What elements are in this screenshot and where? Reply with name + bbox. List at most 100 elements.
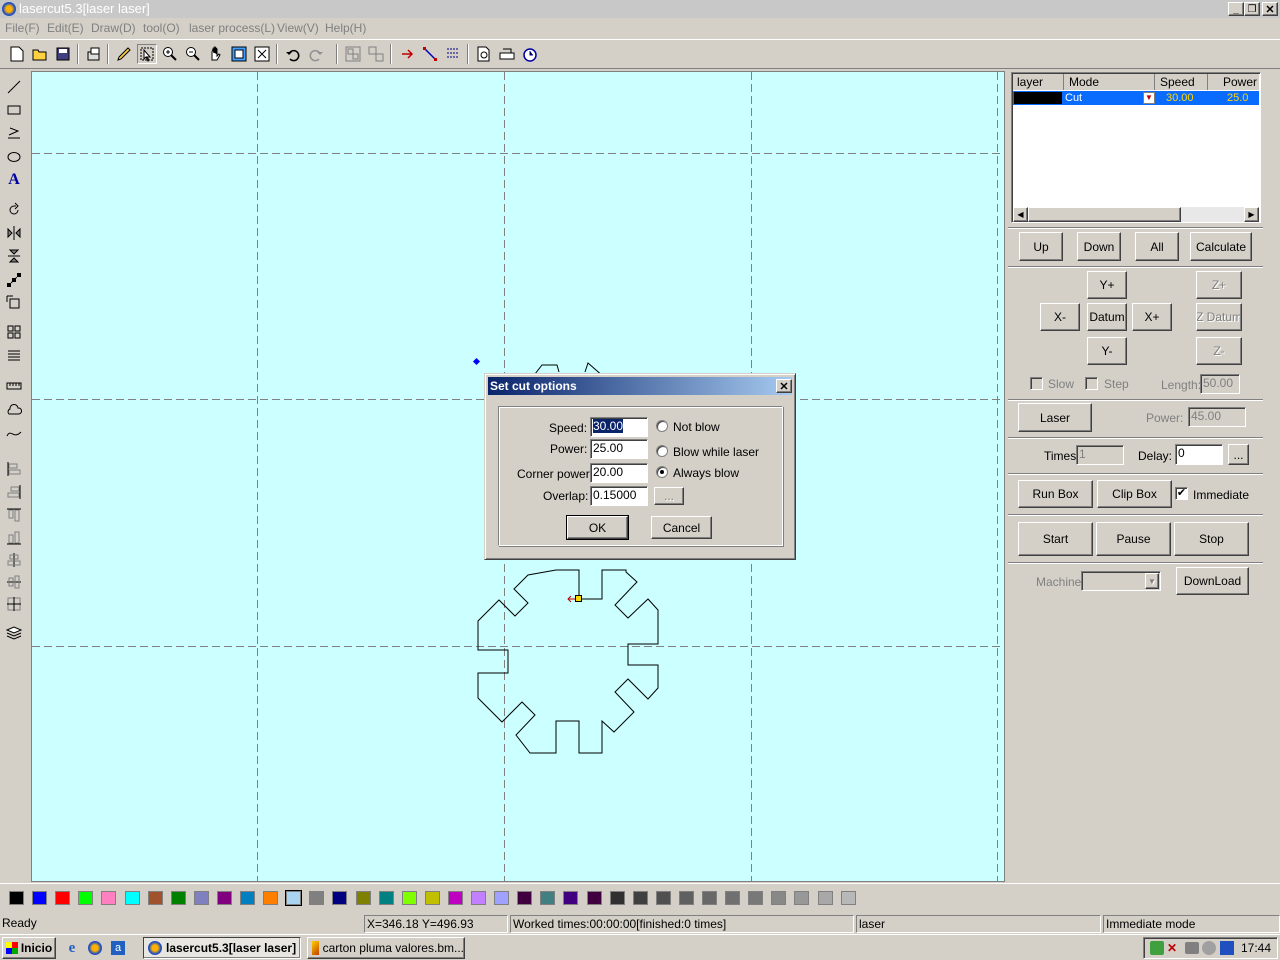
times-input[interactable]: 1	[1076, 445, 1124, 465]
ungroup-icon[interactable]	[366, 44, 386, 64]
color-swatch[interactable]	[424, 891, 440, 905]
layer-mode-cell[interactable]: Cut	[1065, 91, 1082, 105]
align-top-icon[interactable]	[4, 505, 24, 525]
pan-icon[interactable]	[206, 44, 226, 64]
align-center-v-icon[interactable]	[4, 550, 24, 570]
delay-input[interactable]: 0	[1175, 444, 1223, 465]
new-icon[interactable]	[7, 44, 27, 64]
zoom-out-icon[interactable]	[183, 44, 203, 64]
lasercut-quicklaunch-icon[interactable]	[85, 938, 105, 958]
color-swatch[interactable]	[471, 891, 486, 905]
mirror-v-tool-icon[interactable]	[4, 246, 24, 266]
corner-power-input[interactable]: 20.00	[590, 463, 648, 483]
color-swatch[interactable]	[216, 891, 232, 905]
laser-button[interactable]: Laser	[1018, 403, 1092, 432]
preview-icon[interactable]	[474, 44, 494, 64]
redo-icon[interactable]	[306, 44, 326, 64]
color-swatch[interactable]	[517, 891, 533, 905]
power-input[interactable]: 25.00	[590, 439, 648, 459]
color-swatch[interactable]	[794, 891, 810, 905]
speed-input[interactable]: 30.00	[590, 417, 648, 437]
all-button[interactable]: All	[1135, 232, 1179, 261]
mirror-h-tool-icon[interactable]	[4, 223, 24, 243]
layer-table[interactable]: layer Mode Speed Power Cut ▼ 30.00 25.0 …	[1011, 72, 1261, 223]
rectangle-tool-icon[interactable]	[4, 100, 24, 120]
header-mode[interactable]: Mode	[1065, 74, 1155, 90]
align-center-icon[interactable]	[4, 594, 24, 614]
color-swatch[interactable]	[55, 891, 71, 905]
header-layer[interactable]: layer	[1013, 74, 1064, 90]
overlap-input[interactable]: 0.15000	[590, 486, 648, 506]
delay-more-button[interactable]: ...	[1228, 444, 1249, 465]
undo-icon[interactable]	[283, 44, 303, 64]
ruler-tool-icon[interactable]	[4, 376, 24, 396]
volume-tray-icon[interactable]	[1202, 941, 1216, 955]
zoom-page-icon[interactable]	[229, 44, 249, 64]
curve-tool-icon[interactable]	[4, 423, 24, 443]
color-swatch[interactable]	[78, 891, 94, 905]
table-scrollbar[interactable]: ◀ ▶	[1013, 207, 1259, 222]
header-speed[interactable]: Speed	[1156, 74, 1208, 90]
always-blow-radio[interactable]	[656, 466, 668, 478]
menu-laser-process[interactable]: laser process(L)	[189, 21, 275, 35]
scroll-right-button[interactable]: ▶	[1244, 207, 1259, 222]
color-swatch[interactable]	[494, 891, 510, 905]
close-button[interactable]: ✕	[1262, 2, 1278, 16]
up-button[interactable]: Up	[1019, 232, 1063, 261]
color-swatch[interactable]	[263, 891, 279, 905]
color-swatch[interactable]	[124, 891, 140, 905]
hatch-tool-icon[interactable]	[4, 346, 24, 366]
clip-box-button[interactable]: Clip Box	[1097, 480, 1172, 508]
ie-quicklaunch-icon[interactable]: e	[62, 938, 82, 958]
ellipse-tool-icon[interactable]	[4, 147, 24, 167]
node-edit-tool-icon[interactable]	[4, 270, 24, 290]
mode-dropdown-icon[interactable]: ▼	[1143, 92, 1155, 104]
machine-icon[interactable]	[497, 44, 517, 64]
calculate-button[interactable]: Calculate	[1190, 232, 1252, 261]
run-box-button[interactable]: Run Box	[1018, 480, 1093, 508]
align-center-h-icon[interactable]	[4, 572, 24, 592]
minimize-button[interactable]: _	[1228, 2, 1244, 16]
color-swatch[interactable]	[632, 891, 648, 905]
start-menu-button[interactable]: Inicio	[2, 937, 56, 959]
menu-draw[interactable]: Draw(D)	[91, 21, 136, 35]
color-swatch[interactable]	[563, 891, 579, 905]
disconnected-tray-icon[interactable]: ✕	[1167, 941, 1181, 955]
z-minus-button[interactable]: Z-	[1196, 337, 1242, 365]
scroll-left-button[interactable]: ◀	[1013, 207, 1028, 222]
scroll-thumb[interactable]	[1028, 207, 1181, 222]
layers-tool-icon[interactable]	[4, 623, 24, 643]
blow-while-laser-radio[interactable]	[656, 445, 668, 457]
immediate-checkbox[interactable]: ✔	[1175, 487, 1188, 500]
z-plus-button[interactable]: Z+	[1196, 271, 1242, 299]
header-power[interactable]: Power	[1209, 74, 1259, 90]
app-icon[interactable]	[2, 2, 16, 16]
polyline-tool-icon[interactable]	[4, 123, 24, 143]
align-left-icon[interactable]	[4, 459, 24, 479]
monitor-tray-icon[interactable]	[1185, 942, 1199, 954]
align-bottom-icon[interactable]	[4, 528, 24, 548]
x-plus-button[interactable]: X+	[1132, 303, 1172, 331]
stop-button[interactable]: Stop	[1174, 522, 1249, 556]
color-swatch[interactable]	[101, 891, 117, 905]
color-swatch[interactable]	[401, 891, 417, 905]
zoom-fit-icon[interactable]	[252, 44, 272, 64]
color-swatch[interactable]	[193, 891, 209, 905]
cloud-tool-icon[interactable]	[4, 400, 24, 420]
import-icon[interactable]	[84, 44, 104, 64]
task-lasercut[interactable]: lasercut5.3[laser laser]	[143, 937, 301, 959]
color-swatch[interactable]	[725, 891, 741, 905]
array-tool-icon[interactable]	[4, 322, 24, 342]
y-minus-button[interactable]: Y-	[1087, 337, 1127, 365]
line-tool-icon[interactable]	[4, 77, 24, 97]
select-icon[interactable]	[137, 44, 157, 64]
color-swatch[interactable]	[378, 891, 394, 905]
start-button[interactable]: Start	[1018, 522, 1093, 556]
color-swatch[interactable]	[309, 891, 325, 905]
maximize-button[interactable]: ❐	[1244, 2, 1260, 16]
app-quicklaunch-icon[interactable]: a	[108, 938, 128, 958]
blow-while-laser-label[interactable]: Blow while laser	[673, 445, 759, 459]
menu-help[interactable]: Help(H)	[325, 21, 366, 35]
color-swatch[interactable]	[678, 891, 694, 905]
save-icon[interactable]	[53, 44, 73, 64]
